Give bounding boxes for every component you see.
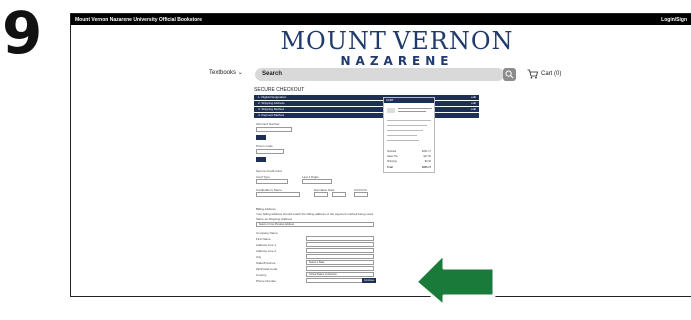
detail-line [387,140,419,141]
step-shipping-method[interactable]: 3. Shipping Method edit [254,107,479,112]
pointer-arrow-icon [414,252,496,307]
main-nav: Textbooks ⌄ Search Cart (0) [71,68,691,82]
detail-line [387,130,423,131]
summary-row-value: $331.17 [421,150,431,153]
textbooks-menu[interactable]: Textbooks ⌄ [209,69,243,76]
detail-line [387,120,431,121]
summary-row-label: Subtotal [387,150,397,153]
summary-total-label: Total [387,166,393,169]
address2-input[interactable] [306,248,374,253]
detail-line [387,125,427,126]
summary-total-value: $335.17 [421,166,431,169]
cart-link[interactable]: Cart (0) [527,69,561,79]
top-bar: Mount Vernon Nazarene University Officia… [71,14,691,25]
gift-card-input[interactable] [256,127,292,132]
book-thumbnail [387,108,395,113]
field-label: State/Province [256,261,276,265]
first-name-input[interactable] [306,236,374,241]
item-title-line [398,108,432,109]
textbooks-label: Textbooks [209,70,237,76]
tutorial-page: 9 Mount Vernon Nazarene University Offic… [0,0,691,320]
store-name: Mount Vernon Nazarene University Officia… [75,16,202,23]
logo-word-mount: MOUNT [280,27,387,55]
summary-title: CART [384,98,434,103]
credit-card-label[interactable]: Secure Credit Card [256,169,282,173]
apply-promo-button[interactable] [256,157,266,162]
detail-line [387,135,417,136]
cart-label: Cart (0) [541,71,562,77]
browser-screenshot: Mount Vernon Nazarene University Officia… [70,13,691,297]
field-label: Address Line 2 [256,249,277,253]
edit-link[interactable]: edit [471,101,476,106]
billing-title: Billing Address [256,207,276,211]
search-button[interactable] [503,68,516,81]
card-type-select[interactable] [256,179,288,184]
edit-link[interactable]: edit [471,107,476,112]
cart-summary: CART Subtotal $331.17 Sales Tax $17.00 S… [383,97,435,173]
city-input[interactable] [306,254,374,259]
same-as-shipping-checkbox[interactable]: Same as Shipping Address [256,217,292,221]
promo-code-label: Promo Code [256,144,273,148]
step-digital-designation[interactable]: 1. Digital Designation edit [254,95,479,100]
state-select[interactable]: Select a State [306,260,374,265]
step-label: 2. Shipping Address [258,101,285,105]
step-number: 9 [2,0,43,67]
field-label: City [256,255,262,259]
step-shipping-address[interactable]: 2. Shipping Address edit [254,101,479,106]
logo-word-vernon: VERNON [392,27,514,55]
field-label: Address Line 1 [256,243,277,247]
search-icon [505,70,514,79]
select-address-dropdown[interactable]: Select or Use Previous Address [256,222,374,227]
summary-row-label: Sales Tax [387,155,398,158]
chevron-down-icon: ⌄ [237,70,243,76]
billing-note: Your billing address should match the bi… [256,212,374,216]
summary-row-value: $0.00 [424,160,431,163]
cardholder-input[interactable] [256,192,300,197]
country-select[interactable]: United States of America [306,272,374,277]
step-label: 4. Payment Method [258,113,285,117]
continue-button[interactable]: Continue [362,278,376,283]
login-link[interactable]: Login/Sign [661,17,687,23]
address1-input[interactable] [306,242,374,247]
apply-gift-card-button[interactable] [256,135,266,140]
summary-row-label: Shipping [387,160,397,163]
step-payment-method[interactable]: 4. Payment Method [254,113,479,118]
field-label: First Name [256,237,271,241]
checkout-title: SECURE CHECKOUT [254,87,305,93]
cart-icon [527,69,538,79]
expiration-month[interactable] [314,192,328,197]
last4-input[interactable] [302,179,332,184]
cvv-input[interactable] [354,192,368,197]
field-label: Company Name [256,231,278,235]
edit-link[interactable]: edit [471,95,476,100]
search-input[interactable]: Search [255,68,504,81]
step-label: 3. Shipping Method [258,107,284,111]
item-title-line [398,111,426,112]
expiration-year[interactable] [332,192,346,197]
step-label: 1. Digital Designation [258,95,287,99]
gift-card-label: Gift Card Number [256,122,280,126]
zip-input[interactable] [306,266,374,271]
field-label: Phone Number [256,279,277,283]
field-label: Country [256,273,267,277]
field-label: Zip/Postal Code [256,267,278,271]
promo-code-input[interactable] [256,149,284,154]
summary-row-value: $17.00 [423,155,431,158]
